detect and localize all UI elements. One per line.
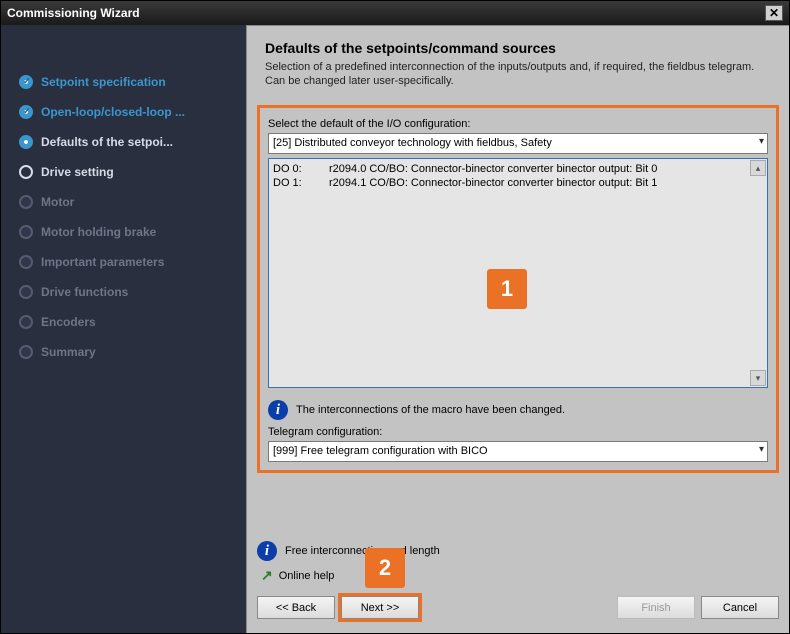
- page-description: Selection of a predefined interconnectio…: [265, 60, 771, 89]
- telegram-label: Telegram configuration:: [268, 426, 768, 438]
- step-motor: Motor: [19, 195, 236, 209]
- button-row: << Back Next >> Finish Cancel 2: [257, 596, 779, 619]
- info-text: Free interconnection and length: [285, 545, 440, 557]
- close-button[interactable]: ✕: [765, 5, 783, 21]
- scroll-up-button[interactable]: ▴: [750, 160, 766, 176]
- pending-step-icon: [19, 285, 33, 299]
- step-label: Setpoint specification: [41, 75, 166, 89]
- info-text: The interconnections of the macro have b…: [296, 404, 565, 416]
- step-label: Summary: [41, 345, 96, 359]
- pending-step-icon: [19, 345, 33, 359]
- pending-step-icon: [19, 165, 33, 179]
- scroll-down-button[interactable]: ▾: [750, 370, 766, 386]
- arrow-icon: ↗: [261, 567, 273, 584]
- online-help-link[interactable]: ↗ Online help: [261, 567, 779, 584]
- next-button[interactable]: Next >>: [341, 596, 419, 619]
- pending-step-icon: [19, 225, 33, 239]
- callout-badge-1: 1: [487, 269, 527, 309]
- step-encoders: Encoders: [19, 315, 236, 329]
- step-drive-setting[interactable]: Drive setting: [19, 165, 236, 179]
- info-row-macro: i The interconnections of the macro have…: [268, 400, 768, 420]
- content-pane: Defaults of the setpoints/command source…: [246, 25, 789, 633]
- step-label: Open-loop/closed-loop ...: [41, 105, 185, 119]
- cancel-button[interactable]: Cancel: [701, 596, 779, 619]
- telegram-dropdown[interactable]: [999] Free telegram configuration with B…: [268, 441, 768, 462]
- pending-step-icon: [19, 195, 33, 209]
- step-label: Motor holding brake: [41, 225, 156, 239]
- step-summary: Summary: [19, 345, 236, 359]
- telegram-dropdown-wrap: [999] Free telegram configuration with B…: [268, 441, 768, 462]
- page-title: Defaults of the setpoints/command source…: [265, 40, 771, 56]
- page-header: Defaults of the setpoints/command source…: [247, 26, 789, 99]
- footer: i Free interconnection and length ↗ Onli…: [247, 531, 789, 633]
- body: Setpoint specification Open-loop/closed-…: [1, 25, 789, 633]
- step-label: Defaults of the setpoi...: [41, 135, 173, 149]
- list-item: DO 0: r2094.0 CO/BO: Connector-binector …: [273, 162, 763, 177]
- step-label: Drive functions: [41, 285, 128, 299]
- step-important-parameters: Important parameters: [19, 255, 236, 269]
- io-config-dropdown-wrap: [25] Distributed conveyor technology wit…: [268, 133, 768, 154]
- callout-badge-2: 2: [365, 548, 405, 588]
- step-drive-functions: Drive functions: [19, 285, 236, 299]
- list-col-id: DO 0:: [273, 162, 311, 177]
- step-label: Important parameters: [41, 255, 164, 269]
- step-label: Drive setting: [41, 165, 114, 179]
- pending-step-icon: [19, 315, 33, 329]
- list-col-id: DO 1:: [273, 176, 311, 191]
- back-button[interactable]: << Back: [257, 596, 335, 619]
- finish-button: Finish: [617, 596, 695, 619]
- wizard-window: Commissioning Wizard ✕ Setpoint specific…: [0, 0, 790, 634]
- step-setpoint-specification[interactable]: Setpoint specification: [19, 75, 236, 89]
- step-label: Encoders: [41, 315, 96, 329]
- info-icon: i: [268, 400, 288, 420]
- help-label: Online help: [279, 570, 335, 582]
- io-config-label: Select the default of the I/O configurat…: [268, 118, 768, 130]
- list-col-desc: r2094.0 CO/BO: Connector-binector conver…: [329, 162, 657, 177]
- step-open-closed-loop[interactable]: Open-loop/closed-loop ...: [19, 105, 236, 119]
- check-icon: [19, 105, 33, 119]
- info-icon: i: [257, 541, 277, 561]
- check-icon: [19, 75, 33, 89]
- titlebar: Commissioning Wizard ✕: [1, 1, 789, 25]
- current-step-icon: [19, 135, 33, 149]
- io-config-dropdown[interactable]: [25] Distributed conveyor technology wit…: [268, 133, 768, 154]
- list-item: DO 1: r2094.1 CO/BO: Connector-binector …: [273, 176, 763, 191]
- step-label: Motor: [41, 195, 74, 209]
- main-area: Select the default of the I/O configurat…: [247, 99, 789, 531]
- step-defaults-setpoints[interactable]: Defaults of the setpoi...: [19, 135, 236, 149]
- info-row-free: i Free interconnection and length: [257, 541, 779, 561]
- sidebar: Setpoint specification Open-loop/closed-…: [1, 25, 246, 633]
- list-col-desc: r2094.1 CO/BO: Connector-binector conver…: [329, 176, 657, 191]
- window-title: Commissioning Wizard: [7, 6, 140, 20]
- step-motor-holding-brake: Motor holding brake: [19, 225, 236, 239]
- pending-step-icon: [19, 255, 33, 269]
